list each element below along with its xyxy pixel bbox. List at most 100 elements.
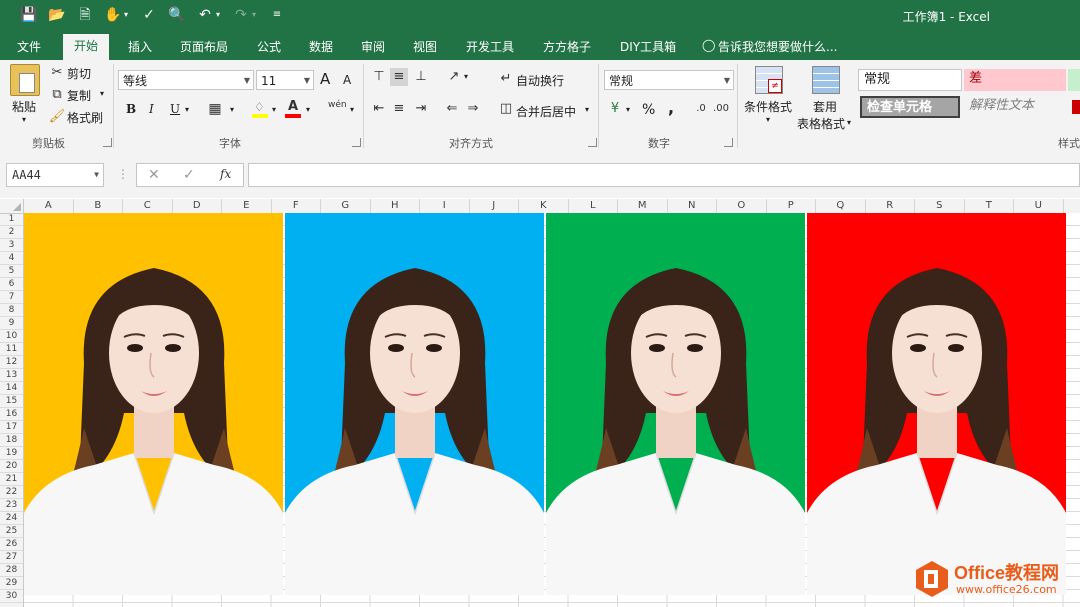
orientation-dropdown-icon[interactable]: ▾	[464, 72, 468, 81]
merge-center-button[interactable]: 合并后居中	[516, 103, 576, 120]
column-header[interactable]: G	[321, 199, 371, 213]
style-check-cell[interactable]: 检查单元格	[860, 96, 960, 118]
column-header[interactable]: M	[618, 199, 668, 213]
column-header[interactable]: K	[519, 199, 569, 213]
font-color-dropdown-icon[interactable]: ▾	[306, 105, 310, 114]
row-header[interactable]: 20	[0, 460, 23, 473]
font-size-select[interactable]: 11 ▼	[256, 70, 314, 90]
conditional-dropdown-icon[interactable]: ▾	[766, 115, 770, 124]
grow-font-button[interactable]: A	[320, 70, 330, 88]
redo-icon[interactable]: ↷	[232, 6, 250, 24]
clipboard-launcher-icon[interactable]	[103, 138, 112, 147]
table-format-icon[interactable]	[812, 66, 840, 94]
row-header[interactable]: 8	[0, 304, 23, 317]
column-header[interactable]: T	[965, 199, 1014, 213]
tab-page-layout[interactable]: 页面布局	[180, 38, 228, 55]
copy-icon[interactable]: ⧉	[48, 86, 66, 104]
merge-dropdown-icon[interactable]: ▾	[585, 105, 589, 114]
decrease-indent-icon[interactable]: ⇐	[443, 100, 461, 118]
phonetic-dropdown-icon[interactable]: ▾	[350, 105, 354, 114]
style-normal[interactable]: 常规	[858, 69, 962, 91]
row-header[interactable]: 3	[0, 239, 23, 252]
alignment-launcher-icon[interactable]	[588, 138, 597, 147]
drag-handle-icon[interactable]: ⋮	[117, 167, 129, 181]
column-header[interactable]: O	[717, 199, 767, 213]
row-header[interactable]: 22	[0, 486, 23, 499]
scissors-icon[interactable]: ✂	[48, 64, 66, 82]
column-header[interactable]: D	[173, 199, 222, 213]
name-box[interactable]: AA44 ▼	[6, 163, 104, 187]
new-file-icon[interactable]: 🗎	[76, 6, 94, 24]
style-warning-partial[interactable]	[1072, 100, 1080, 114]
tab-home[interactable]: 开始	[63, 34, 110, 60]
currency-icon[interactable]: ¥	[606, 100, 624, 118]
wrap-text-icon[interactable]: ↵	[497, 70, 515, 88]
formula-input[interactable]	[248, 163, 1080, 187]
align-bottom-icon[interactable]: ⊥	[412, 68, 430, 86]
column-header[interactable]: R	[866, 199, 915, 213]
tab-view[interactable]: 视图	[413, 38, 437, 55]
comma-button[interactable]: ,	[668, 98, 674, 117]
orientation-icon[interactable]: ↗	[445, 68, 463, 86]
cancel-icon[interactable]: ✕	[148, 167, 160, 183]
touch-mode-icon[interactable]: ✋	[104, 6, 122, 24]
row-header[interactable]: 25	[0, 525, 23, 538]
tab-data[interactable]: 数据	[309, 38, 333, 55]
border-icon[interactable]: ▦	[206, 100, 224, 118]
photo-green-background[interactable]	[546, 213, 805, 595]
table-format-dropdown-icon[interactable]: ▾	[847, 118, 851, 127]
wrap-text-button[interactable]: 自动换行	[516, 72, 564, 89]
row-header[interactable]: 4	[0, 252, 23, 265]
column-header[interactable]: N	[668, 199, 717, 213]
column-header[interactable]: I	[420, 199, 470, 213]
row-header[interactable]: 26	[0, 538, 23, 551]
shrink-font-button[interactable]: A	[343, 73, 351, 87]
copy-dropdown-icon[interactable]: ▾	[100, 89, 104, 98]
row-header[interactable]: 10	[0, 330, 23, 343]
print-preview-icon[interactable]: 🔍	[168, 6, 186, 24]
align-middle-icon[interactable]: ≡	[390, 68, 408, 86]
italic-button[interactable]: I	[149, 102, 154, 116]
align-center-icon[interactable]: ≡	[390, 100, 408, 118]
row-header[interactable]: 29	[0, 577, 23, 590]
style-good-partial[interactable]	[1068, 69, 1080, 91]
column-header[interactable]: B	[74, 199, 123, 213]
photo-blue-background[interactable]	[285, 213, 544, 595]
column-header[interactable]: H	[371, 199, 420, 213]
tab-developer[interactable]: 开发工具	[466, 38, 514, 55]
currency-dropdown-icon[interactable]: ▾	[626, 105, 630, 114]
merge-icon[interactable]: ◫	[497, 100, 515, 118]
enter-icon[interactable]: ✓	[183, 167, 195, 183]
chevron-down-icon[interactable]: ▼	[94, 164, 99, 186]
row-header[interactable]: 21	[0, 473, 23, 486]
row-header[interactable]: 28	[0, 564, 23, 577]
row-header[interactable]: 5	[0, 265, 23, 278]
row-header[interactable]: 24	[0, 512, 23, 525]
increase-decimal-icon[interactable]: .0	[692, 100, 710, 118]
photo-red-background[interactable]	[807, 213, 1066, 595]
row-header[interactable]: 17	[0, 421, 23, 434]
tab-review[interactable]: 审阅	[361, 38, 385, 55]
tab-file[interactable]: 文件	[17, 38, 41, 55]
column-header[interactable]: L	[569, 199, 618, 213]
fill-color-icon[interactable]: ♢	[252, 100, 268, 118]
photo-yellow-background[interactable]	[24, 213, 283, 595]
row-header[interactable]: 1	[0, 213, 23, 226]
column-header[interactable]: E	[222, 199, 272, 213]
phonetic-button[interactable]: wén	[328, 100, 347, 110]
copy-button[interactable]: 复制	[67, 87, 91, 104]
font-color-icon[interactable]: A	[285, 99, 301, 118]
decrease-decimal-icon[interactable]: .00	[712, 100, 730, 118]
redo-dropdown-icon[interactable]: ▾	[250, 6, 258, 24]
touch-dropdown-icon[interactable]: ▾	[122, 6, 130, 24]
conditional-format-button[interactable]: 条件格式	[744, 98, 792, 115]
column-header[interactable]: J	[470, 199, 519, 213]
row-header[interactable]: 11	[0, 343, 23, 356]
tab-diy-toolbox[interactable]: DIY工具箱	[620, 38, 676, 55]
column-header[interactable]: S	[915, 199, 965, 213]
paste-button[interactable]: 粘贴	[12, 98, 36, 115]
column-header[interactable]: C	[123, 199, 173, 213]
column-header[interactable]: F	[272, 199, 321, 213]
insert-function-button[interactable]: fx	[220, 167, 231, 181]
underline-button[interactable]: U	[170, 102, 180, 116]
